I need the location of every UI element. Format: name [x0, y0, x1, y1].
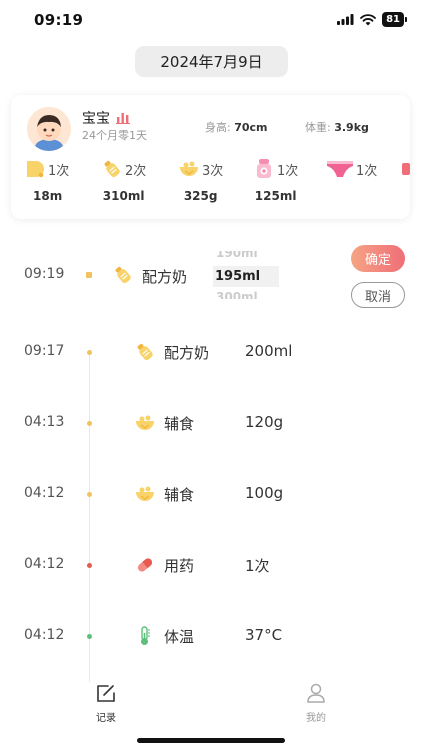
record-value: 200ml — [245, 342, 293, 360]
summary-count: 2次 — [125, 163, 147, 179]
edit-record-time[interactable]: 09:19 — [24, 266, 64, 282]
height-label: 身高: — [205, 121, 231, 134]
home-indicator — [137, 738, 285, 743]
timeline-dot — [86, 272, 92, 278]
timeline-dot — [87, 634, 92, 639]
record-value: 100g — [245, 484, 284, 502]
signal-icon — [337, 14, 354, 25]
baby-avatar[interactable] — [27, 107, 71, 151]
picker-next-value[interactable]: 300ml — [216, 291, 258, 299]
height-value: 70cm — [234, 121, 268, 134]
formula-bottle-icon — [134, 341, 156, 363]
diaper-icon — [327, 161, 353, 177]
record-time: 04:12 — [24, 485, 65, 501]
record-edit-icon — [97, 685, 115, 702]
tab-label: 我的 — [306, 713, 326, 724]
record-time: 04:12 — [24, 627, 65, 643]
more-category-icon — [402, 163, 410, 175]
weight-stat: 体重: 3.9kg — [305, 119, 369, 135]
formula-bottle-icon — [112, 264, 134, 286]
date-selector[interactable]: 2024年7月9日 — [135, 46, 288, 77]
cancel-button[interactable]: 取消 — [351, 282, 405, 308]
record-value: 120g — [245, 413, 284, 431]
tab-profile[interactable]: 我的 — [296, 683, 336, 724]
summary-item-more[interactable] — [400, 157, 410, 181]
record-time: 04:13 — [24, 414, 65, 430]
record-row[interactable]: 04:12 体温 37°C — [0, 621, 422, 651]
timeline-dot — [87, 563, 92, 568]
record-row[interactable]: 04:12 用药 1次 — [0, 550, 422, 580]
timeline-dot — [87, 350, 92, 355]
height-stat: 身高: 70cm — [205, 119, 268, 135]
edit-record-label: 配方奶 — [142, 268, 188, 286]
timeline-dot — [87, 492, 92, 497]
solid-food-bowl-icon — [134, 412, 156, 434]
tab-records[interactable]: 记录 — [86, 683, 126, 724]
confirm-button[interactable]: 确定 — [351, 245, 405, 272]
record-label: 辅食 — [164, 486, 195, 504]
summary-item-solid-food[interactable]: 3次 325g — [178, 157, 223, 203]
record-time: 09:17 — [24, 343, 65, 359]
summary-item-breastfeeding[interactable]: 1次 18m — [24, 157, 69, 203]
picker-current-value[interactable]: 195ml — [213, 266, 279, 287]
status-time: 09:19 — [34, 11, 84, 29]
summary-value: 125ml — [254, 189, 297, 203]
summary-item-formula[interactable]: 2次 310ml — [101, 157, 146, 203]
record-label: 用药 — [164, 557, 195, 575]
record-row[interactable]: 04:12 辅食 100g — [0, 479, 422, 509]
baby-name: 宝宝 — [82, 111, 110, 127]
formula-bottle-icon — [104, 160, 120, 178]
medicine-pill-icon — [134, 554, 156, 576]
baby-name-row: 宝宝 — [82, 108, 130, 128]
wifi-icon — [360, 13, 376, 25]
record-label: 体温 — [164, 628, 195, 646]
solid-food-bowl-icon — [180, 161, 198, 176]
record-row[interactable]: 09:17 配方奶 200ml — [0, 337, 422, 367]
summary-count: 1次 — [356, 163, 378, 179]
pumped-milk-icon — [257, 159, 271, 178]
weight-value: 3.9kg — [334, 121, 369, 134]
record-value: 37°C — [245, 626, 283, 644]
status-bar: 09:19 81 — [0, 0, 422, 44]
summary-count: 1次 — [277, 163, 299, 179]
battery-icon: 81 — [382, 12, 407, 27]
amount-picker[interactable]: 190ml 195ml 300ml — [213, 251, 279, 299]
summary-count: 1次 — [48, 163, 70, 179]
growth-chart-icon[interactable] — [116, 112, 130, 124]
baby-info-card[interactable]: 宝宝 24个月零1天 身高: 70cm 体重: 3.9kg 1次 18m 2次 … — [11, 95, 410, 219]
breastfeeding-icon — [27, 161, 44, 178]
summary-value: 325g — [183, 189, 218, 203]
record-label: 配方奶 — [164, 344, 210, 362]
timeline-dot — [87, 421, 92, 426]
summary-item-pumped-milk[interactable]: 1次 125ml — [253, 157, 298, 203]
summary-value: 310ml — [102, 189, 145, 203]
thermometer-icon — [134, 625, 156, 647]
user-profile-icon — [307, 683, 325, 703]
weight-label: 体重: — [305, 121, 331, 134]
baby-age: 24个月零1天 — [82, 129, 147, 142]
record-label: 辅食 — [164, 415, 195, 433]
record-row[interactable]: 04:13 辅食 120g — [0, 408, 422, 438]
tab-label: 记录 — [96, 713, 116, 724]
record-time: 04:12 — [24, 556, 65, 572]
solid-food-bowl-icon — [134, 483, 156, 505]
picker-prev-value[interactable]: 190ml — [216, 251, 258, 259]
summary-value: 18m — [33, 189, 63, 203]
summary-count: 3次 — [202, 163, 224, 179]
summary-item-diaper[interactable]: 1次 — [326, 157, 377, 189]
record-value: 1次 — [245, 557, 270, 575]
status-icons: 81 — [337, 12, 407, 27]
